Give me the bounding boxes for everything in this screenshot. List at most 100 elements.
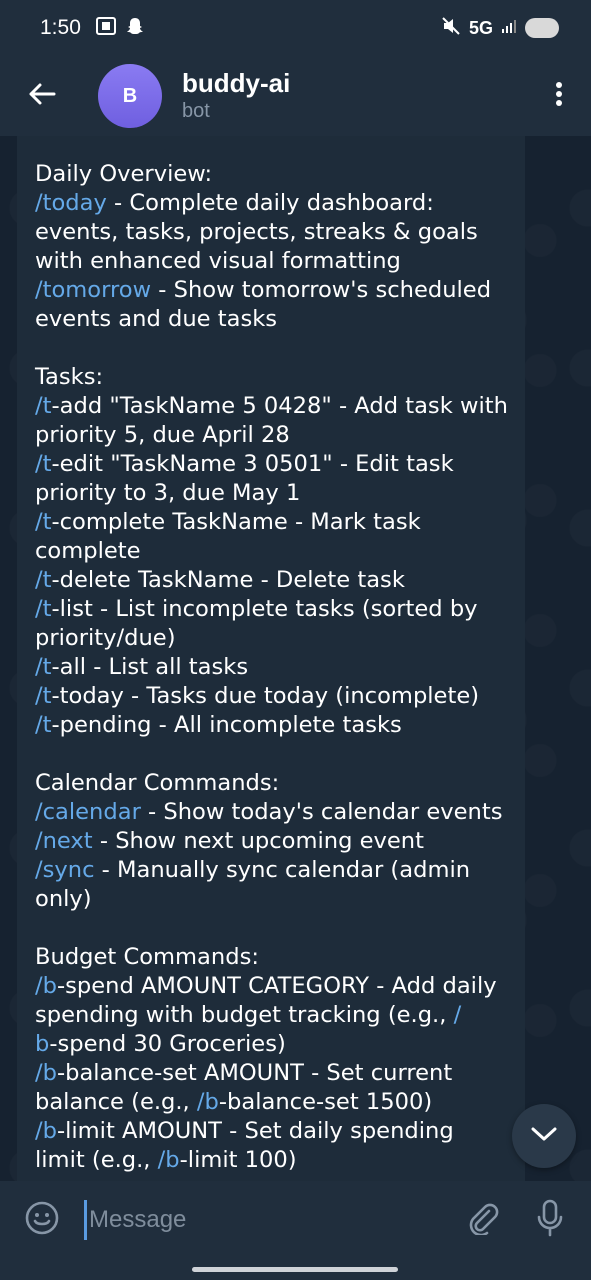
message-text-segment: -pending - All incomplete tasks (51, 712, 402, 738)
message-line: balance (e.g., /b-balance-set 1500) (35, 1088, 515, 1117)
message-bubble: Daily Overview:/today - Complete daily d… (17, 136, 525, 1181)
more-vertical-icon (555, 81, 563, 111)
message-text-segment: Budget Commands: (35, 944, 259, 970)
message-line: Budget Commands: (35, 943, 515, 972)
command-link[interactable]: b (35, 1031, 49, 1057)
message-text-segment: -limit 100) (179, 1147, 297, 1173)
message-line: spending with budget tracking (e.g., / (35, 1001, 515, 1030)
message-text-segment: -list - List incomplete tasks (sorted by (51, 596, 478, 622)
snapchat-icon (125, 16, 145, 40)
message-text-segment: spending with budget tracking (e.g., (35, 1002, 454, 1028)
chat-header: B buddy-ai bot (0, 56, 591, 136)
message-line: priority/due) (35, 624, 515, 653)
message-line: /calendar - Show today's calendar events (35, 798, 515, 827)
message-line: complete (35, 537, 515, 566)
message-line: events and due tasks (35, 305, 515, 334)
message-text-segment: -balance-set AMOUNT - Set current (56, 1060, 453, 1086)
microphone-icon (536, 1199, 564, 1241)
message-text-segment: -delete TaskName - Delete task (51, 567, 405, 593)
message-line: Daily Overview: (35, 160, 515, 189)
message-input[interactable] (84, 1200, 447, 1240)
command-link[interactable]: /t (35, 654, 51, 680)
message-line: with enhanced visual formatting (35, 247, 515, 276)
command-link[interactable]: /next (35, 828, 93, 854)
message-text-segment: -spend 30 Groceries) (49, 1031, 286, 1057)
message-text-segment: -limit AMOUNT - Set daily spending (56, 1118, 454, 1144)
command-link[interactable]: /b (35, 973, 57, 999)
message-line: /t-edit "TaskName 3 0501" - Edit task (35, 450, 515, 479)
command-link[interactable]: /t (35, 567, 51, 593)
command-link[interactable]: /t (35, 393, 51, 419)
command-link[interactable]: /sync (35, 857, 95, 883)
message-text-segment: priority 5, due April 28 (35, 422, 290, 448)
command-link[interactable]: /t (35, 712, 51, 738)
command-link[interactable]: /today (35, 190, 107, 216)
command-link[interactable]: /t (35, 509, 51, 535)
message-line: /b-balance-set AMOUNT - Set current (35, 1059, 515, 1088)
smile-icon (24, 1200, 60, 1240)
message-text-segment: Tasks: (35, 364, 104, 390)
signal-icon (501, 18, 517, 39)
command-link[interactable]: /b (35, 1060, 57, 1086)
message-text-segment: Daily Overview: (35, 161, 213, 187)
avatar[interactable]: B (98, 64, 162, 128)
command-link[interactable]: /t (35, 596, 51, 622)
message-text-segment: -edit "TaskName 3 0501" - Edit task (51, 451, 454, 477)
message-line: limit (e.g., /b-limit 100) (35, 1146, 515, 1175)
message-text-segment: Calendar Commands: (35, 770, 280, 796)
paperclip-icon (465, 1201, 499, 1239)
command-link[interactable]: /b (158, 1147, 180, 1173)
message-text-segment: - Show next upcoming event (92, 828, 424, 854)
message-line: priority to 3, due May 1 (35, 479, 515, 508)
more-menu-button[interactable] (527, 56, 591, 136)
message-text-segment: priority/due) (35, 625, 176, 651)
message-text: Daily Overview:/today - Complete daily d… (35, 160, 515, 1175)
back-button[interactable] (0, 56, 84, 136)
message-line: Tasks: (35, 363, 515, 392)
command-link[interactable]: /b (197, 1089, 219, 1115)
message-line: /b-limit AMOUNT - Set daily spending (35, 1117, 515, 1146)
screenshot-icon (95, 16, 117, 40)
message-line: /today - Complete daily dashboard: (35, 189, 515, 218)
message-text-segment: priority to 3, due May 1 (35, 480, 301, 506)
message-line: /next - Show next upcoming event (35, 827, 515, 856)
status-bar: 1:50 5G (0, 0, 591, 56)
message-line: Calendar Commands: (35, 769, 515, 798)
message-line: /sync - Manually sync calendar (admin (35, 856, 515, 885)
message-line: b-spend 30 Groceries) (35, 1030, 515, 1059)
battery-icon (525, 18, 559, 38)
command-link[interactable]: /tomorrow (35, 277, 151, 303)
message-text-segment: only) (35, 886, 92, 912)
message-line: /t-all - List all tasks (35, 653, 515, 682)
message-text-segment: - Show tomorrow's scheduled (151, 277, 492, 303)
message-input-bar (0, 1181, 591, 1259)
home-indicator[interactable] (192, 1267, 398, 1272)
message-text-segment: - Manually sync calendar (admin (94, 857, 471, 883)
arrow-left-icon (28, 82, 56, 110)
emoji-button[interactable] (0, 1181, 84, 1259)
message-line: /t-list - List incomplete tasks (sorted … (35, 595, 515, 624)
scroll-down-button[interactable] (512, 1104, 576, 1168)
attach-button[interactable] (447, 1181, 517, 1259)
message-text-segment: - Show today's calendar events (140, 799, 503, 825)
command-link[interactable]: / (454, 1002, 462, 1028)
command-link[interactable]: /t (35, 451, 51, 477)
command-link[interactable]: /b (35, 1118, 57, 1144)
message-text-segment: - Complete daily dashboard: (106, 190, 434, 216)
chat-title-block[interactable]: buddy-ai bot (182, 68, 290, 124)
command-link[interactable]: /t (35, 683, 51, 709)
command-link[interactable]: /calendar (35, 799, 141, 825)
message-line: /tomorrow - Show tomorrow's scheduled (35, 276, 515, 305)
message-text-segment: -today - Tasks due today (incomplete) (51, 683, 480, 709)
message-line: /b-spend AMOUNT CATEGORY - Add daily (35, 972, 515, 1001)
message-text-segment: limit (e.g., (35, 1147, 158, 1173)
message-text-segment: -balance-set 1500) (218, 1089, 433, 1115)
message-line: /t-complete TaskName - Mark task (35, 508, 515, 537)
message-text-segment: -complete TaskName - Mark task (51, 509, 421, 535)
network-type: 5G (468, 17, 493, 38)
message-text-segment: events, tasks, projects, streaks & goals (35, 219, 478, 245)
voice-message-button[interactable] (517, 1181, 583, 1259)
